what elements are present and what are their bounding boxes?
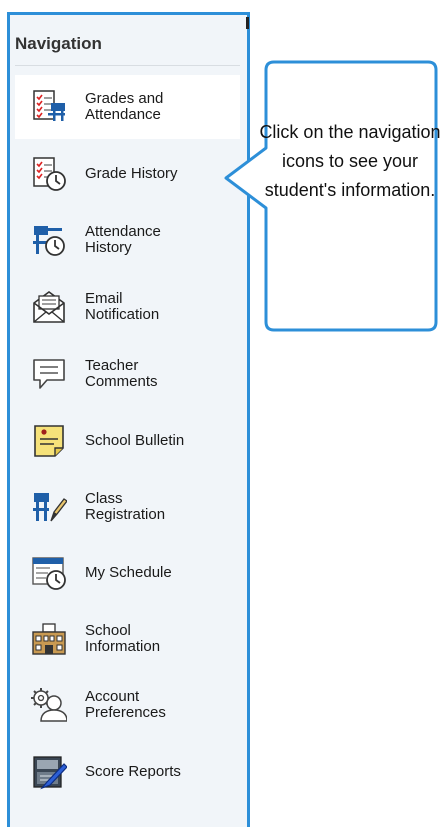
nav-item-my-schedule[interactable]: My Schedule (15, 541, 240, 605)
nav-item-account-preferences[interactable]: Account Preferences (15, 673, 240, 737)
nav-item-label: Attendance History (85, 223, 161, 256)
nav-item-grades-attendance[interactable]: Grades and Attendance (15, 75, 240, 139)
nav-item-label: Class Registration (85, 490, 166, 523)
nav-item-email-notification[interactable]: Email Notification (15, 275, 240, 339)
navigation-title: Navigation (15, 34, 102, 53)
class-registration-icon (31, 489, 67, 525)
school-information-icon (31, 621, 67, 657)
my-schedule-icon (31, 555, 67, 591)
grade-history-icon (31, 156, 67, 192)
grades-attendance-icon (31, 89, 67, 125)
nav-item-label: School Bulletin (85, 432, 185, 449)
teacher-comments-icon (31, 356, 67, 392)
school-bulletin-icon (31, 423, 67, 459)
nav-item-school-information[interactable]: School Information (15, 607, 240, 671)
navigation-divider (15, 65, 240, 66)
callout-text: Click on the navigation icons to see you… (259, 122, 440, 200)
nav-item-label: Account Preferences (85, 688, 166, 721)
nav-item-class-registration[interactable]: Class Registration (15, 475, 240, 539)
nav-item-teacher-comments[interactable]: Teacher Comments (15, 342, 240, 406)
nav-item-attendance-history[interactable]: Attendance History (15, 208, 240, 272)
nav-item-label: School Information (85, 622, 161, 655)
attendance-history-icon (31, 222, 67, 258)
nav-item-grade-history[interactable]: Grade History (15, 142, 240, 206)
email-notification-icon (31, 289, 67, 325)
nav-item-label: Score Reports (85, 763, 181, 780)
nav-item-label: Teacher Comments (85, 357, 158, 390)
nav-item-label: Grade History (85, 165, 178, 182)
nav-item-school-bulletin[interactable]: School Bulletin (15, 409, 240, 473)
score-reports-icon (31, 754, 67, 790)
scroll-marker (246, 17, 249, 29)
nav-item-score-reports[interactable]: Score Reports (15, 740, 240, 804)
nav-item-label: My Schedule (85, 564, 172, 581)
nav-item-label: Email Notification (85, 290, 160, 323)
account-preferences-icon (31, 687, 67, 723)
nav-item-label: Grades and Attendance (85, 90, 164, 123)
